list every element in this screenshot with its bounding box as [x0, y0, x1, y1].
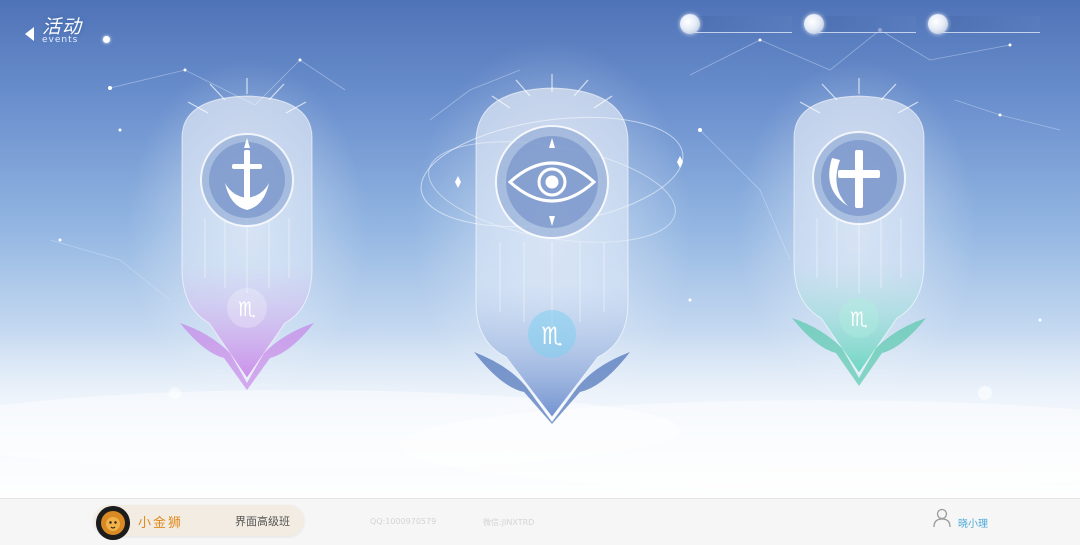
currency-bar: [814, 16, 916, 33]
course-name: 界面高级班: [235, 515, 290, 528]
author-badge: 小金狮 界面高级班: [94, 505, 304, 540]
currency-chip-2[interactable]: [804, 13, 916, 35]
lion-avatar-icon: [96, 506, 130, 540]
scorpio-icon: ♏: [238, 297, 256, 321]
author-name: 小金狮: [138, 516, 184, 531]
event-banner-sword[interactable]: ♏: [170, 78, 324, 400]
page-subtitle: events: [42, 35, 79, 45]
event-banner-cross[interactable]: ♏: [782, 78, 936, 394]
event-banner-eye[interactable]: ♏: [418, 72, 694, 424]
qq-contact: QQ:1000970579: [370, 517, 437, 526]
user-icon: [933, 508, 953, 528]
back-arrow-icon: [22, 24, 38, 44]
currency-bar: [938, 16, 1040, 33]
currency-chip-3[interactable]: [928, 13, 1040, 35]
title-dot-icon: [103, 36, 110, 43]
scorpio-icon: ♏: [541, 322, 563, 350]
coin-icon: [804, 14, 824, 34]
user-name: 晓小理: [958, 519, 988, 530]
back-button[interactable]: 活动 events: [22, 16, 112, 50]
scorpio-icon: ♏: [850, 307, 868, 331]
coin-icon: [928, 14, 948, 34]
currency-chip-1[interactable]: [680, 13, 792, 35]
page-title-group: 活动 events: [42, 16, 110, 45]
currency-bar: [690, 16, 792, 33]
event-scene: 活动 events ♏ ♏ ♏: [0, 0, 1080, 498]
footer-bar: 小金狮 界面高级班 QQ:1000970579 微信:JINXTRD 晓小理: [0, 498, 1080, 545]
wechat-contact: 微信:JINXTRD: [483, 518, 535, 527]
coin-icon: [680, 14, 700, 34]
